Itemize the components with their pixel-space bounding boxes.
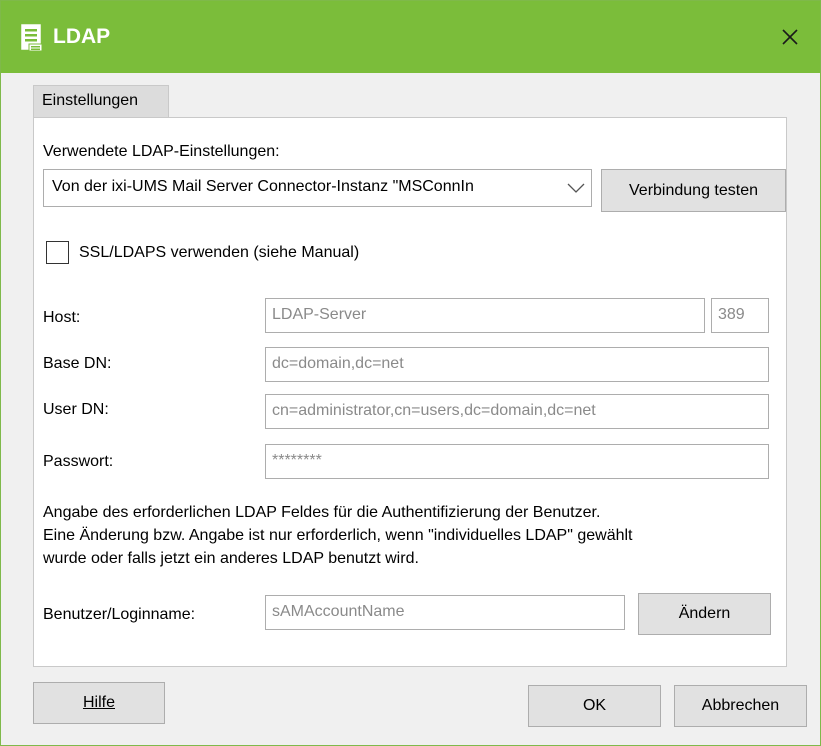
ssl-label: SSL/LDAPS verwenden (siehe Manual) <box>79 244 360 261</box>
change-button[interactable]: Ändern <box>638 593 771 635</box>
info-text: Angabe des erforderlichen LDAP Feldes fü… <box>43 501 778 570</box>
close-button[interactable] <box>760 1 820 73</box>
host-input[interactable]: LDAP-Server <box>265 298 705 333</box>
basedn-label: Base DN: <box>43 355 112 372</box>
info-line-3: wurde oder falls jetzt ein anderes LDAP … <box>43 550 419 567</box>
login-input[interactable]: sAMAccountName <box>265 595 625 630</box>
ldap-dialog: LDAP Einstellungen Verwendete LDAP-Einst… <box>0 0 821 746</box>
ldap-document-icon <box>19 23 45 53</box>
login-label: Benutzer/Loginname: <box>43 606 196 623</box>
cancel-button[interactable]: Abbrechen <box>674 685 807 727</box>
tab-einstellungen[interactable]: Einstellungen <box>33 85 169 118</box>
port-input[interactable]: 389 <box>711 298 769 333</box>
userdn-label: User DN: <box>43 401 109 418</box>
close-icon <box>782 29 798 45</box>
password-input[interactable]: ******** <box>265 444 769 479</box>
userdn-input[interactable]: cn=administrator,cn=users,dc=domain,dc=n… <box>265 394 769 429</box>
help-button[interactable]: Hilfe <box>33 682 165 724</box>
ldap-settings-dropdown[interactable]: Von der ixi-UMS Mail Server Connector-In… <box>43 169 592 207</box>
test-connection-button[interactable]: Verbindung testen <box>601 169 786 212</box>
basedn-input[interactable]: dc=domain,dc=net <box>265 347 769 382</box>
titlebar: LDAP <box>1 1 820 73</box>
ldap-settings-label: Verwendete LDAP-Einstellungen: <box>43 143 280 160</box>
window-title: LDAP <box>53 25 111 48</box>
info-line-1: Angabe des erforderlichen LDAP Feldes fü… <box>43 504 601 521</box>
info-line-2: Eine Änderung bzw. Angabe ist nur erford… <box>43 527 633 544</box>
ok-button[interactable]: OK <box>528 685 661 727</box>
ssl-checkbox[interactable] <box>46 241 69 264</box>
chevron-down-icon <box>565 180 587 196</box>
help-button-label: Hilfe <box>82 694 115 711</box>
password-label: Passwort: <box>43 453 114 470</box>
host-label: Host: <box>43 309 81 326</box>
cancel-button-label: Abbrechen <box>701 697 780 714</box>
ldap-settings-value: Von der ixi-UMS Mail Server Connector-In… <box>52 178 474 195</box>
